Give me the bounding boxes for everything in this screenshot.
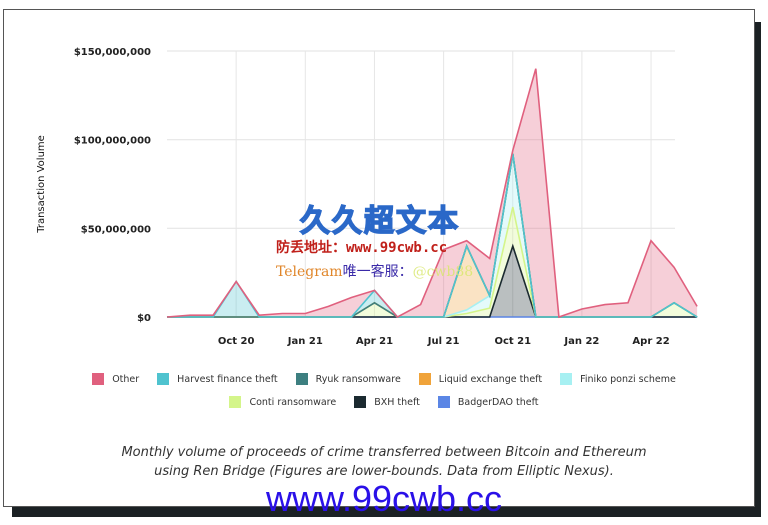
y-tick-label: $100,000,000 [74,136,151,147]
legend-item[interactable]: Conti ransomware [229,396,336,408]
legend-label: Liquid exchange theft [438,373,543,385]
watermark-id: @cwb88 [412,264,474,280]
legend-label: BXH theft [374,396,420,408]
watermark-telegram: Telegram唯一客服：@cwb88 [276,261,473,281]
legend-item[interactable]: Liquid exchange theft [418,373,543,385]
watermark-address: 防丢地址：www.99cwb.cc [276,240,448,256]
x-tick-label: Apr 21 [356,336,393,347]
x-axis-ticks: Oct 20 Jan 21 Apr 21 Jul 21 Oct 21 Jan 22 Apr … [218,336,670,347]
x-tick-label: Jul 21 [427,336,460,347]
legend-swatch [560,373,573,385]
legend-item[interactable]: Other [92,373,139,385]
legend-swatch [418,373,431,385]
x-tick-label: Oct 21 [494,336,531,347]
y-tick-label: $50,000,000 [81,224,151,235]
legend-swatch [354,396,367,408]
legend-label: Finiko ponzi scheme [580,373,676,385]
legend-item[interactable]: Harvest finance theft [157,373,278,385]
watermark-service-label: 唯一客服： [342,264,413,280]
legend-swatch [92,373,105,385]
legend-label: Harvest finance theft [177,373,278,385]
legend-swatch [157,373,170,385]
legend-item[interactable]: BadgerDAO theft [437,396,539,408]
y-axis-ticks: $0 $50,000,000 $100,000,000 $150,000,000 [74,47,151,324]
legend-item[interactable]: Ryuk ransomware [295,373,401,385]
legend-label: Other [112,373,140,385]
legend-swatch [437,396,450,408]
legend-item[interactable]: BXH theft [354,396,420,408]
caption-line-1: Monthly volume of proceeds of crime tran… [121,445,647,460]
x-tick-label: Jan 22 [563,336,599,347]
legend-row-1: Other Harvest finance theft Ryuk ransomwar… [0,373,768,385]
x-tick-label: Apr 22 [632,336,669,347]
legend-item[interactable]: Finiko ponzi scheme [560,373,676,385]
legend-row-2: Conti ransomware BXH theft BadgerDAO theft [0,396,768,408]
legend-label: Conti ransomware [249,396,337,408]
chart-caption: Monthly volume of proceeds of crime tran… [0,443,768,481]
legend-label: BadgerDAO theft [457,396,539,408]
watermark-telegram-label: Telegram [276,264,343,280]
y-tick-label: $0 [137,313,151,324]
legend-swatch [229,396,242,408]
watermark-footer-link[interactable]: www.99cwb.cc [0,478,768,520]
y-tick-label: $150,000,000 [74,47,151,58]
x-tick-label: Jan 21 [287,336,323,347]
x-tick-label: Oct 20 [218,336,255,347]
y-axis-label: Transaction Volume [36,135,47,234]
watermark-title: 久久超文本 [299,203,460,240]
legend-swatch [295,373,308,385]
legend-label: Ryuk ransomware [315,373,401,385]
